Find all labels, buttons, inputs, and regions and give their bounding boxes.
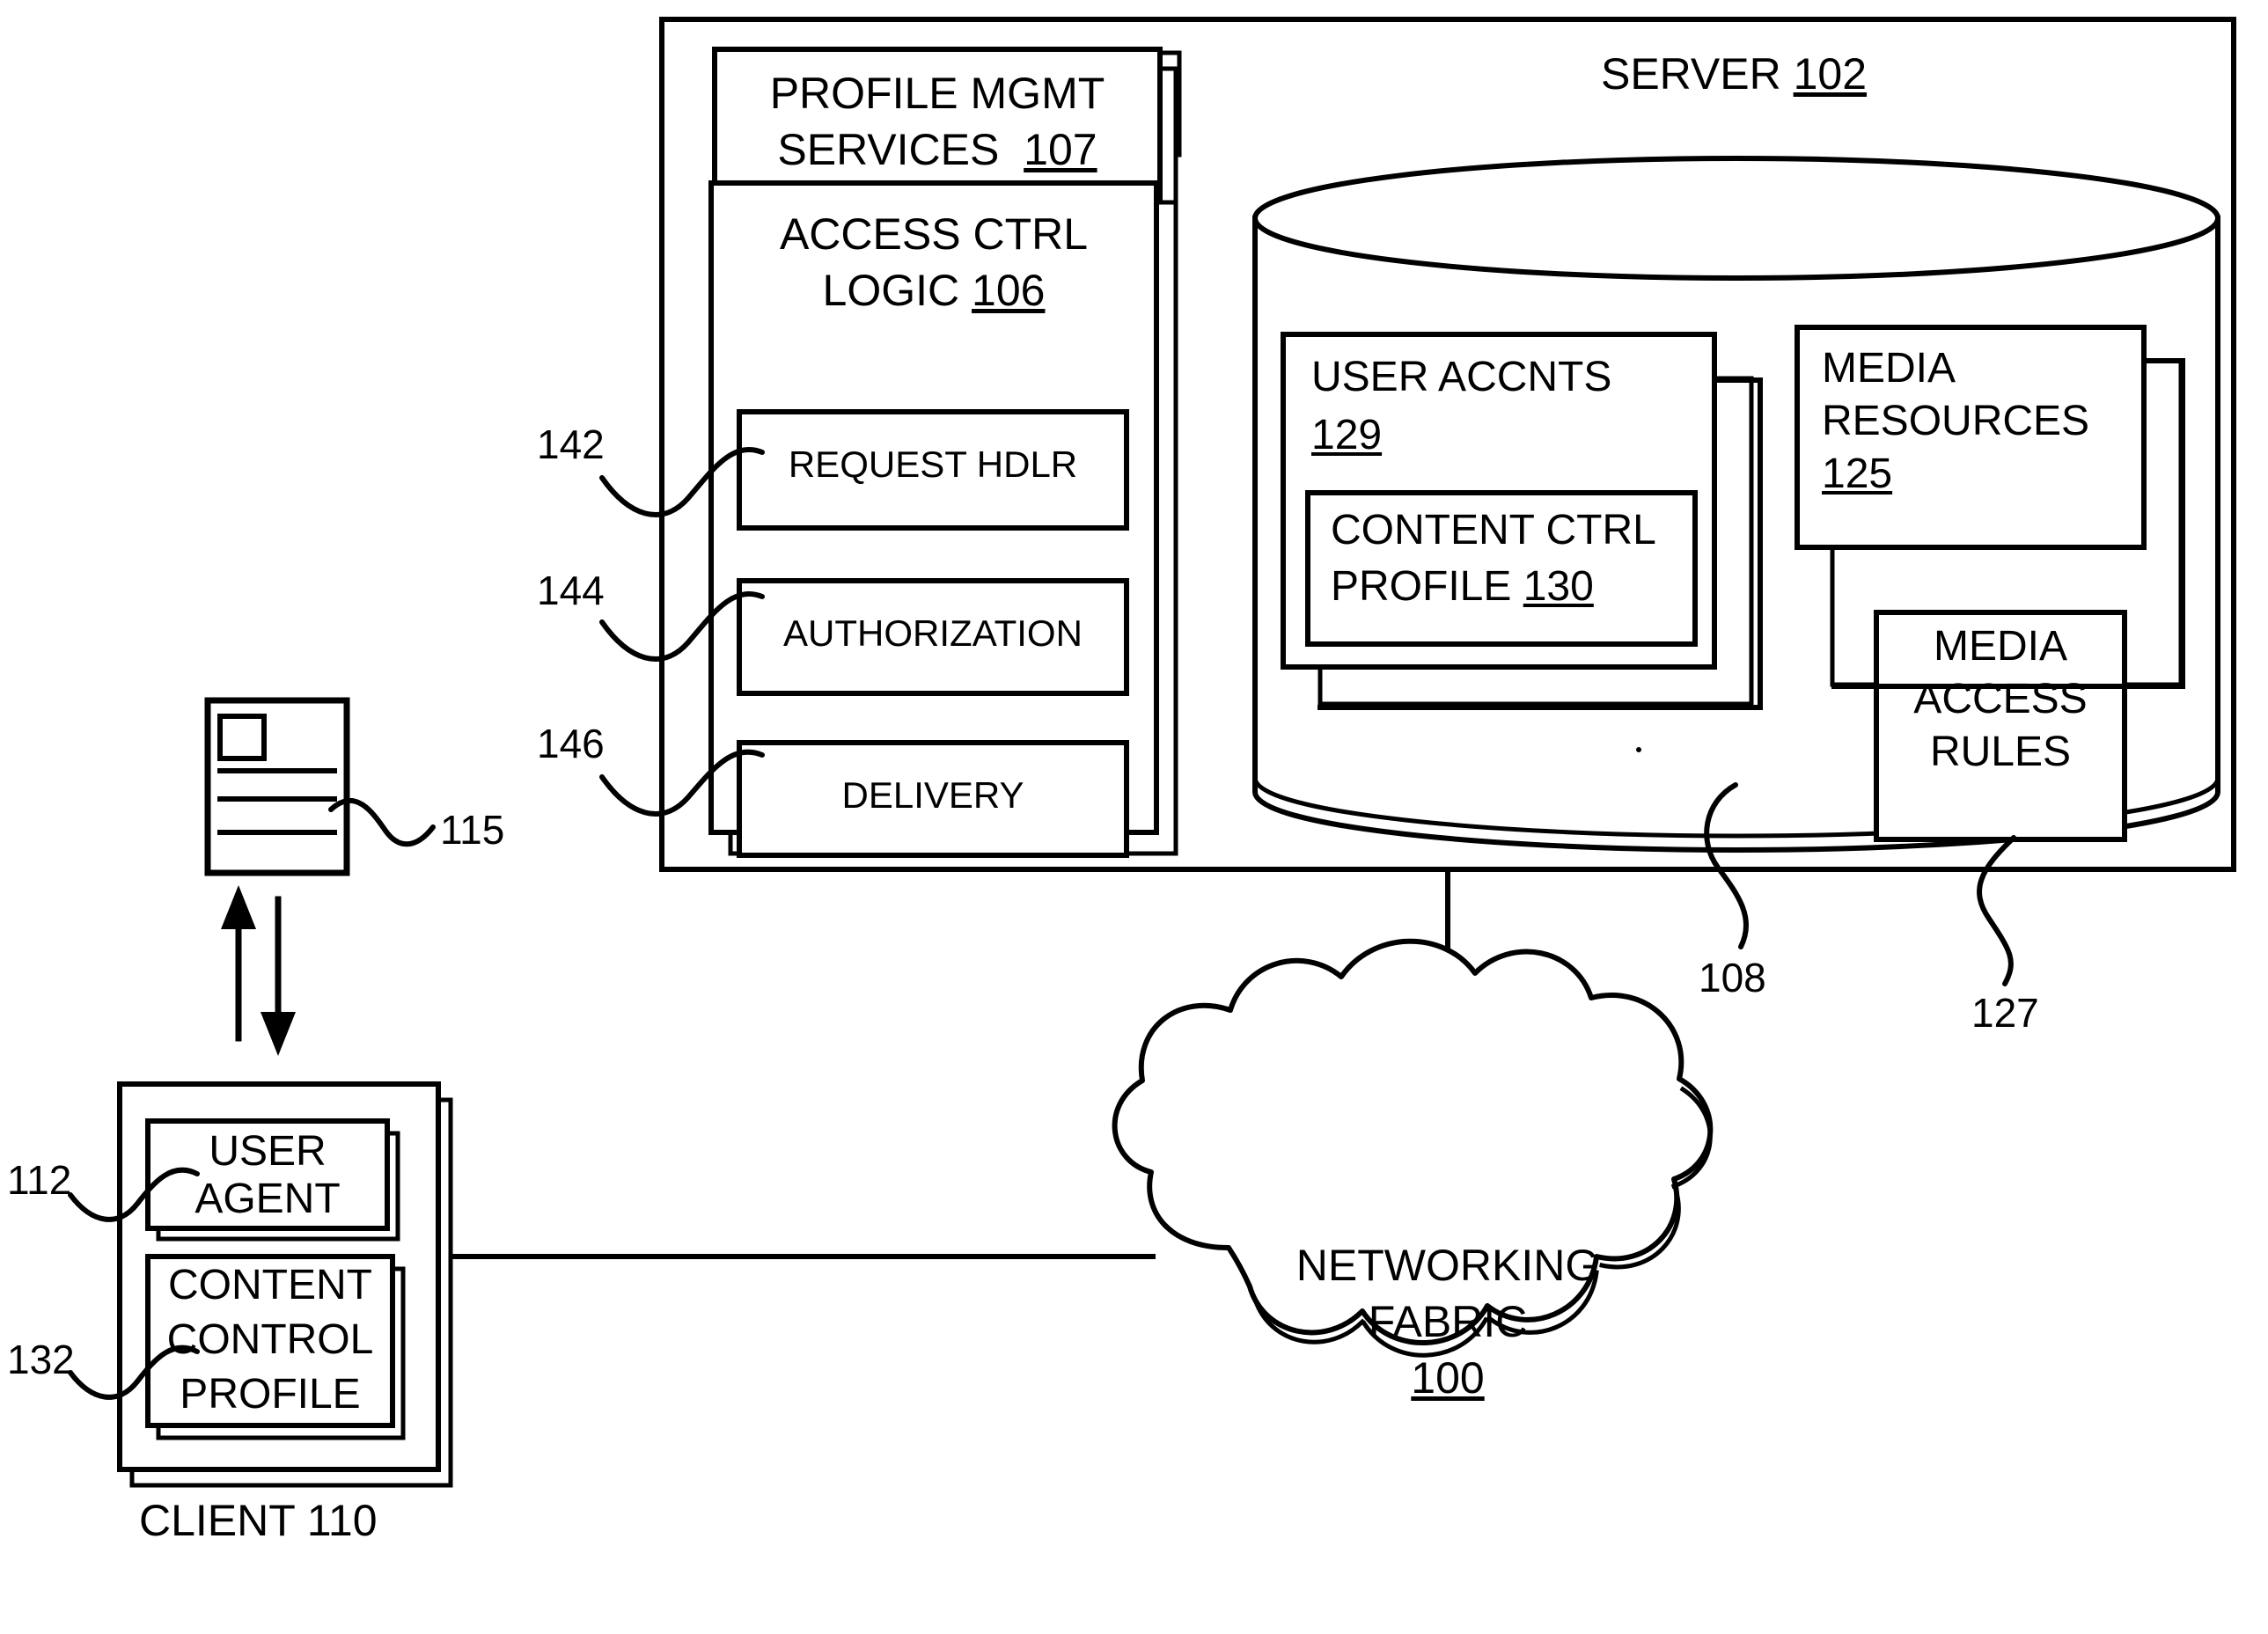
content-control-profile-label-2: CONTROL bbox=[166, 1316, 374, 1363]
delivery-label: DELIVERY bbox=[841, 774, 1024, 816]
arrow-down-head bbox=[261, 1012, 296, 1056]
user-accnts-label: USER ACCNTS bbox=[1311, 354, 1612, 400]
media-access-rules-label-3: RULES bbox=[1929, 729, 2072, 775]
artifact-dot bbox=[1636, 747, 1641, 752]
content-ctrl-profile-label: CONTENT CTRL bbox=[1331, 507, 1656, 553]
cylinder-top bbox=[1252, 156, 2220, 281]
networking-fabric-label-2: FABRIC bbox=[1368, 1297, 1528, 1346]
media-access-rules-label: MEDIA bbox=[1933, 623, 2067, 670]
request-hdlr-label: REQUEST HDLR bbox=[788, 443, 1078, 485]
ref-108: 108 bbox=[1699, 955, 1766, 1000]
ref-132: 132 bbox=[7, 1337, 75, 1382]
client-caption: CLIENT 110 bbox=[139, 1496, 378, 1545]
content-control-profile-label: CONTENT bbox=[168, 1262, 372, 1308]
profile-mgmt-services-label-2: SERVICES 107 bbox=[777, 125, 1097, 174]
figure-canvas: SERVER 102 PROFILE MGMT SERVICES 107 ACC… bbox=[0, 0, 2268, 1634]
ref-127: 127 bbox=[1971, 990, 2039, 1036]
media-resources-label: MEDIA bbox=[1822, 345, 1956, 392]
device-icon-screen bbox=[217, 714, 267, 761]
access-ctrl-logic-label: ACCESS CTRL bbox=[779, 209, 1089, 259]
media-access-rules-label-2: ACCESS bbox=[1913, 676, 2088, 722]
content-ctrl-profile-label-2: PROFILE 130 bbox=[1331, 563, 1594, 610]
profile-mgmt-services-label: PROFILE MGMT bbox=[769, 69, 1105, 118]
media-resources-label-2: RESOURCES bbox=[1822, 398, 2090, 444]
ref-115: 115 bbox=[440, 807, 505, 853]
ref-142: 142 bbox=[537, 421, 605, 467]
ref-146: 146 bbox=[537, 721, 605, 766]
user-agent-label-2: AGENT bbox=[195, 1176, 341, 1222]
user-accnts-ref: 129 bbox=[1311, 412, 1383, 458]
media-resources-ref: 125 bbox=[1822, 451, 1893, 497]
authorization-label: AUTHORIZATION bbox=[783, 612, 1083, 654]
networking-fabric-ref: 100 bbox=[1411, 1353, 1485, 1403]
user-agent-label: USER bbox=[209, 1128, 327, 1175]
content-control-profile-label-3: PROFILE bbox=[180, 1371, 361, 1418]
server-title: SERVER 102 bbox=[1600, 49, 1868, 99]
networking-fabric-label: NETWORKING bbox=[1295, 1241, 1600, 1290]
ref-112: 112 bbox=[7, 1157, 72, 1203]
arrow-up-head bbox=[221, 885, 256, 929]
ref-144: 144 bbox=[537, 568, 605, 613]
access-ctrl-logic-label-2: LOGIC 106 bbox=[822, 266, 1046, 315]
